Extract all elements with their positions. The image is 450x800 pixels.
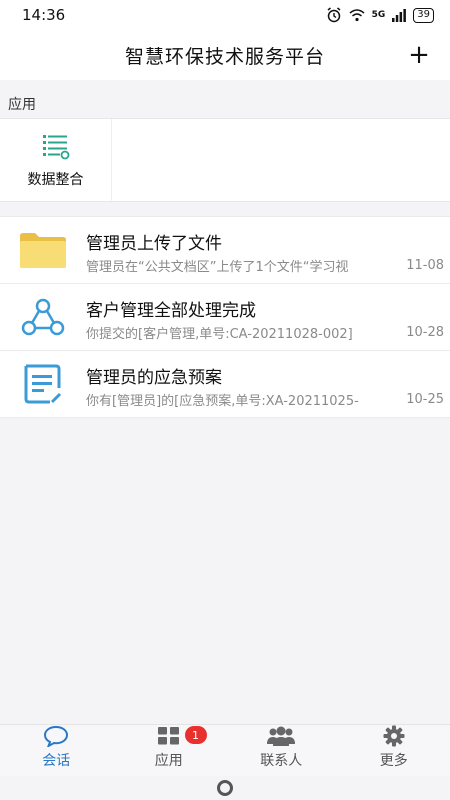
title-bar: 智慧环保技术服务平台 + — [0, 30, 450, 80]
wifi-icon — [349, 9, 365, 22]
apps-section-label: 应用 — [8, 97, 36, 113]
tab-apps[interactable]: 应用 1 — [113, 725, 226, 776]
signal-icon — [392, 8, 407, 22]
grid-icon — [157, 725, 181, 747]
message-title: 客户管理全部处理完成 — [86, 301, 256, 321]
notification-badge: 1 — [184, 726, 207, 744]
tab-chat[interactable]: 会话 — [0, 725, 113, 776]
tab-more[interactable]: 更多 — [338, 725, 450, 776]
add-button[interactable]: + — [404, 40, 434, 70]
alarm-icon — [327, 7, 341, 23]
tab-bar: 会话 应用 1 联系人 更多 — [0, 724, 450, 776]
message-desc: 你提交的[客户管理,单号:CA-20211028-002] — [86, 327, 353, 342]
message-title: 管理员上传了文件 — [86, 234, 222, 254]
message-list: 管理员上传了文件 管理员在“公共文档区”上传了1个文件“学习视 11-08 客户… — [0, 216, 450, 418]
folder-icon — [18, 229, 68, 271]
message-date: 10-28 — [406, 325, 444, 340]
apps-panel: 数据整合 — [0, 118, 450, 203]
tab-label: 联系人 — [260, 753, 303, 769]
tab-label: 更多 — [379, 753, 408, 769]
status-time: 14:36 — [22, 6, 66, 24]
data-integration-icon — [42, 135, 69, 160]
message-desc: 管理员在“公共文档区”上传了1个文件“学习视 — [86, 260, 349, 275]
message-desc: 你有[管理员]的[应急预案,单号:XA-20211025- — [86, 394, 359, 409]
app-label: 数据整合 — [27, 172, 84, 188]
page-title: 智慧环保技术服务平台 — [124, 45, 325, 68]
system-nav-bar — [0, 776, 450, 800]
message-title: 管理员的应急预案 — [86, 368, 222, 388]
list-item[interactable]: 管理员的应急预案 你有[管理员]的[应急预案,单号:XA-20211025- 1… — [0, 351, 450, 418]
chat-icon — [43, 725, 69, 747]
status-bar: 14:36 5G 39 — [0, 0, 450, 30]
tab-label: 会话 — [42, 753, 71, 769]
message-date: 11-08 — [406, 258, 444, 273]
gear-icon — [383, 725, 405, 747]
home-button[interactable] — [217, 780, 233, 796]
network-icon — [18, 296, 68, 338]
message-date: 10-25 — [406, 392, 444, 407]
tab-contacts[interactable]: 联系人 — [225, 725, 338, 776]
network-type: 5G — [371, 9, 386, 20]
list-item[interactable]: 客户管理全部处理完成 你提交的[客户管理,单号:CA-20211028-002]… — [0, 284, 450, 351]
status-icons: 5G 39 — [326, 7, 434, 23]
document-icon — [18, 363, 68, 405]
list-item[interactable]: 管理员上传了文件 管理员在“公共文档区”上传了1个文件“学习视 11-08 — [0, 217, 450, 284]
app-data-integration[interactable]: 数据整合 — [0, 119, 112, 203]
contacts-icon — [266, 725, 296, 747]
tab-label: 应用 — [154, 753, 183, 769]
battery-icon: 39 — [413, 7, 434, 23]
